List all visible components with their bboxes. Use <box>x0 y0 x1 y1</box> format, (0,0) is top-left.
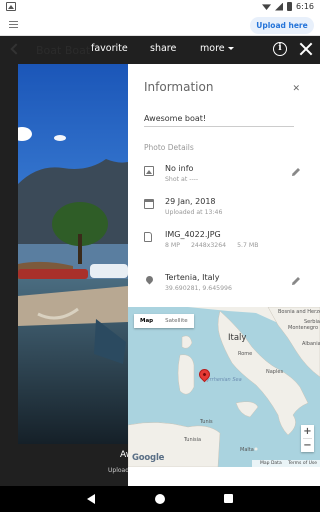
terms-of-use-link[interactable]: Terms of Use <box>288 461 317 466</box>
status-time: 6:16 <box>296 2 314 11</box>
location-map[interactable]: Italy Rome Naples Bosnia and Herzegovina… <box>128 307 320 467</box>
info-icon[interactable]: i <box>273 42 287 56</box>
close-viewer-icon[interactable] <box>299 42 313 56</box>
map-label-montenegro: Montenegro <box>288 325 318 331</box>
calendar-icon <box>144 199 154 209</box>
file-name: IMG_4022.JPG <box>165 230 221 239</box>
map-label-naples: Naples <box>266 369 284 375</box>
caret-down-icon <box>227 47 234 50</box>
status-icons: 6:16 <box>262 2 314 11</box>
signal-icon <box>275 2 284 11</box>
map-label-rome: Rome <box>238 351 253 357</box>
location-pin-icon <box>144 274 155 285</box>
map-label-sea: Tyrrhenian Sea <box>204 377 242 383</box>
favorite-button[interactable]: favorite <box>91 43 128 54</box>
battery-icon <box>287 2 293 11</box>
file-specs: 8 MP 2448x3264 5.7 MB <box>165 242 267 249</box>
photo-subcaption: Uploaded <box>108 467 128 474</box>
map-data-link[interactable]: Map Data <box>260 461 282 466</box>
satellite-view-button[interactable]: Satellite <box>159 314 194 328</box>
hamburger-menu-icon[interactable] <box>9 21 18 28</box>
upload-time: Uploaded at 13:46 <box>165 209 223 216</box>
app-header: Upload here <box>0 14 320 36</box>
map-label-albania: Albania <box>302 341 320 347</box>
map-label-bosnia: Bosnia and Herzegovina <box>278 309 320 315</box>
gallery-notification-icon <box>6 2 16 11</box>
map-view-button[interactable]: Map <box>134 314 159 328</box>
zoom-out-button[interactable]: − <box>301 439 314 452</box>
information-panel: Information ✕ Photo Details No info Shot… <box>128 64 320 486</box>
close-panel-icon[interactable]: ✕ <box>292 84 300 94</box>
nav-back-icon[interactable] <box>87 494 95 504</box>
photo-details-header: Photo Details <box>144 143 194 152</box>
status-bar: 6:16 <box>0 0 320 14</box>
description-field[interactable] <box>144 111 294 127</box>
image-icon <box>144 166 154 176</box>
map-label-tunisia: Tunisia <box>184 437 202 443</box>
file-megapixels: 8 MP <box>165 242 180 249</box>
map-label-malta: Malta <box>240 447 254 453</box>
back-arrow-icon[interactable] <box>10 43 22 55</box>
google-logo[interactable]: Google <box>132 453 164 463</box>
camera-info: No info <box>165 164 194 173</box>
viewer-toolbar: Boat Boat favorite share more i <box>0 36 320 64</box>
file-icon <box>144 232 152 242</box>
map-type-toggle: Map Satellite <box>134 314 194 328</box>
location-name: Tertenia, Italy <box>165 273 220 282</box>
photo-image[interactable] <box>18 64 128 444</box>
photo-date: 29 Jan, 2018 <box>165 197 216 206</box>
panel-title: Information <box>144 80 214 94</box>
shot-at-info: Shot at ---- <box>165 176 199 183</box>
zoom-control: + − <box>301 425 314 452</box>
zoom-in-button[interactable]: + <box>301 425 314 438</box>
share-button[interactable]: share <box>150 43 176 54</box>
photo-title: Boat Boat <box>36 44 91 57</box>
more-label: more <box>200 43 225 54</box>
nav-home-icon[interactable] <box>155 494 165 504</box>
map-attribution: Map Data Terms of Use <box>252 460 320 467</box>
map-land-shapes <box>128 307 320 467</box>
map-label-italy: Italy <box>228 333 247 343</box>
file-dimensions: 2448x3264 <box>190 242 227 249</box>
nav-recents-icon[interactable] <box>224 494 233 503</box>
boat-photo-illustration <box>18 64 128 444</box>
edit-location-pencil-icon[interactable] <box>292 277 300 285</box>
wifi-icon <box>262 4 272 10</box>
more-menu-button[interactable]: more <box>200 43 234 54</box>
edit-camera-pencil-icon[interactable] <box>292 168 300 176</box>
upload-here-button[interactable]: Upload here <box>250 17 314 34</box>
system-nav-bar <box>0 486 320 512</box>
location-coordinates: 39.690281, 9.645996 <box>165 285 232 292</box>
map-label-tunis: Tunis <box>200 419 213 425</box>
file-size: 5.7 MB <box>237 242 259 249</box>
